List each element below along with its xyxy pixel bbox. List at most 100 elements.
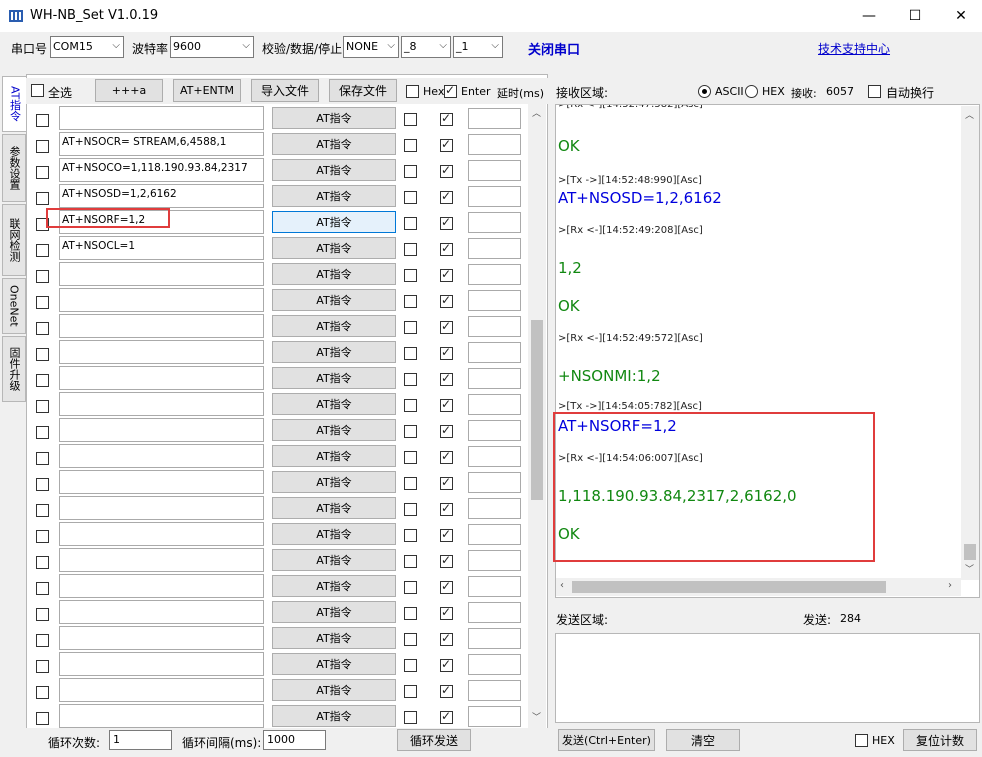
at-command-field[interactable]: AT+NSOCL=1 — [59, 236, 264, 260]
row-delay-input[interactable] — [468, 498, 521, 519]
send-textarea[interactable] — [555, 633, 980, 723]
row-enter-checkbox[interactable] — [440, 189, 453, 204]
maximize-icon[interactable]: ☐ — [892, 0, 938, 32]
minimize-icon[interactable]: — — [846, 0, 892, 32]
at-send-button[interactable]: AT指令 — [272, 445, 396, 467]
row-enter-checkbox[interactable] — [440, 345, 453, 360]
row-select-checkbox[interactable] — [36, 582, 49, 595]
at-command-field[interactable] — [59, 496, 264, 520]
row-enter-checkbox[interactable] — [440, 423, 453, 438]
row-enter-checkbox[interactable] — [440, 709, 453, 724]
close-port-button[interactable]: 关闭串口 — [528, 39, 580, 58]
row-hex-checkbox[interactable] — [404, 243, 417, 256]
row-select-checkbox[interactable] — [36, 686, 49, 699]
row-hex-checkbox[interactable] — [404, 477, 417, 490]
at-send-button[interactable]: AT指令 — [272, 211, 396, 233]
row-enter-checkbox[interactable] — [440, 137, 453, 152]
at-command-field[interactable] — [59, 106, 264, 130]
row-select-checkbox[interactable] — [36, 166, 49, 179]
row-enter-checkbox[interactable] — [440, 683, 453, 698]
row-delay-input[interactable] — [468, 394, 521, 415]
row-select-checkbox[interactable] — [36, 244, 49, 257]
scroll-up-icon[interactable]: ︿ — [965, 108, 974, 121]
row-hex-checkbox[interactable] — [404, 217, 417, 230]
close-icon[interactable]: ✕ — [938, 0, 982, 32]
receive-vscrollbar[interactable]: ︿ ﹀ — [961, 106, 979, 580]
parity-select[interactable]: NONE ⌵ — [343, 36, 399, 58]
support-link[interactable]: 技术支持中心 — [818, 40, 890, 57]
ascii-radio[interactable] — [698, 85, 711, 98]
row-delay-input[interactable] — [468, 160, 521, 181]
row-select-checkbox[interactable] — [36, 114, 49, 127]
at-send-button[interactable]: AT指令 — [272, 679, 396, 701]
row-delay-input[interactable] — [468, 342, 521, 363]
receive-hscrollbar[interactable]: ‹ › — [556, 578, 961, 596]
row-select-checkbox[interactable] — [36, 192, 49, 205]
row-hex-checkbox[interactable] — [404, 399, 417, 412]
row-delay-input[interactable] — [468, 264, 521, 285]
at-command-field[interactable] — [59, 418, 264, 442]
at-send-button[interactable]: AT指令 — [272, 393, 396, 415]
row-enter-checkbox[interactable] — [440, 553, 453, 568]
row-delay-input[interactable] — [468, 134, 521, 155]
row-enter-checkbox[interactable] — [440, 397, 453, 412]
at-send-button[interactable]: AT指令 — [272, 471, 396, 493]
tab-onenet[interactable]: OneNet — [2, 278, 26, 334]
send-hex-checkbox[interactable] — [855, 734, 868, 747]
row-select-checkbox[interactable] — [36, 400, 49, 413]
at-send-button[interactable]: AT指令 — [272, 341, 396, 363]
row-delay-input[interactable] — [468, 290, 521, 311]
at-send-button[interactable]: AT指令 — [272, 627, 396, 649]
scroll-thumb[interactable] — [572, 581, 886, 593]
at-send-button[interactable]: AT指令 — [272, 237, 396, 259]
row-hex-checkbox[interactable] — [404, 451, 417, 464]
row-enter-checkbox[interactable] — [440, 215, 453, 230]
at-send-button[interactable]: AT指令 — [272, 289, 396, 311]
at-command-field[interactable] — [59, 470, 264, 494]
row-delay-input[interactable] — [468, 446, 521, 467]
at-send-button[interactable]: AT指令 — [272, 523, 396, 545]
at-command-field[interactable]: AT+NSOCO=1,118.190.93.84,2317 — [59, 158, 264, 182]
row-hex-checkbox[interactable] — [404, 139, 417, 152]
row-select-checkbox[interactable] — [36, 634, 49, 647]
row-delay-input[interactable] — [468, 368, 521, 389]
row-enter-checkbox[interactable] — [440, 579, 453, 594]
row-delay-input[interactable] — [468, 706, 521, 727]
row-delay-input[interactable] — [468, 628, 521, 649]
row-hex-checkbox[interactable] — [404, 321, 417, 334]
at-command-field[interactable]: AT+NSOSD=1,2,6162 — [59, 184, 264, 208]
at-command-field[interactable] — [59, 678, 264, 702]
row-select-checkbox[interactable] — [36, 348, 49, 361]
row-select-checkbox[interactable] — [36, 426, 49, 439]
row-select-checkbox[interactable] — [36, 478, 49, 491]
row-delay-input[interactable] — [468, 576, 521, 597]
row-select-checkbox[interactable] — [36, 530, 49, 543]
at-send-button[interactable]: AT指令 — [272, 419, 396, 441]
at-command-field[interactable] — [59, 626, 264, 650]
scroll-right-icon[interactable]: › — [948, 580, 952, 591]
tab-firmware-upgrade[interactable]: 固件升级 — [2, 336, 26, 402]
row-delay-input[interactable] — [468, 654, 521, 675]
row-delay-input[interactable] — [468, 212, 521, 233]
at-entm-button[interactable]: AT+ENTM — [173, 79, 241, 102]
row-enter-checkbox[interactable] — [440, 449, 453, 464]
row-delay-input[interactable] — [468, 524, 521, 545]
row-hex-checkbox[interactable] — [404, 165, 417, 178]
row-delay-input[interactable] — [468, 108, 521, 129]
at-send-button[interactable]: AT指令 — [272, 497, 396, 519]
at-send-button[interactable]: AT指令 — [272, 263, 396, 285]
tab-network-check[interactable]: 联网检测 — [2, 204, 26, 276]
row-enter-checkbox[interactable] — [440, 631, 453, 646]
at-send-button[interactable]: AT指令 — [272, 315, 396, 337]
at-command-field[interactable] — [59, 340, 264, 364]
at-command-field[interactable] — [59, 652, 264, 676]
loop-count-input[interactable]: 1 — [109, 730, 172, 750]
row-hex-checkbox[interactable] — [404, 113, 417, 126]
row-select-checkbox[interactable] — [36, 504, 49, 517]
import-file-button[interactable]: 导入文件 — [251, 79, 319, 102]
tab-param-settings[interactable]: 参数设置 — [2, 134, 26, 202]
row-hex-checkbox[interactable] — [404, 659, 417, 672]
row-delay-input[interactable] — [468, 186, 521, 207]
at-send-button[interactable]: AT指令 — [272, 367, 396, 389]
row-hex-checkbox[interactable] — [404, 685, 417, 698]
